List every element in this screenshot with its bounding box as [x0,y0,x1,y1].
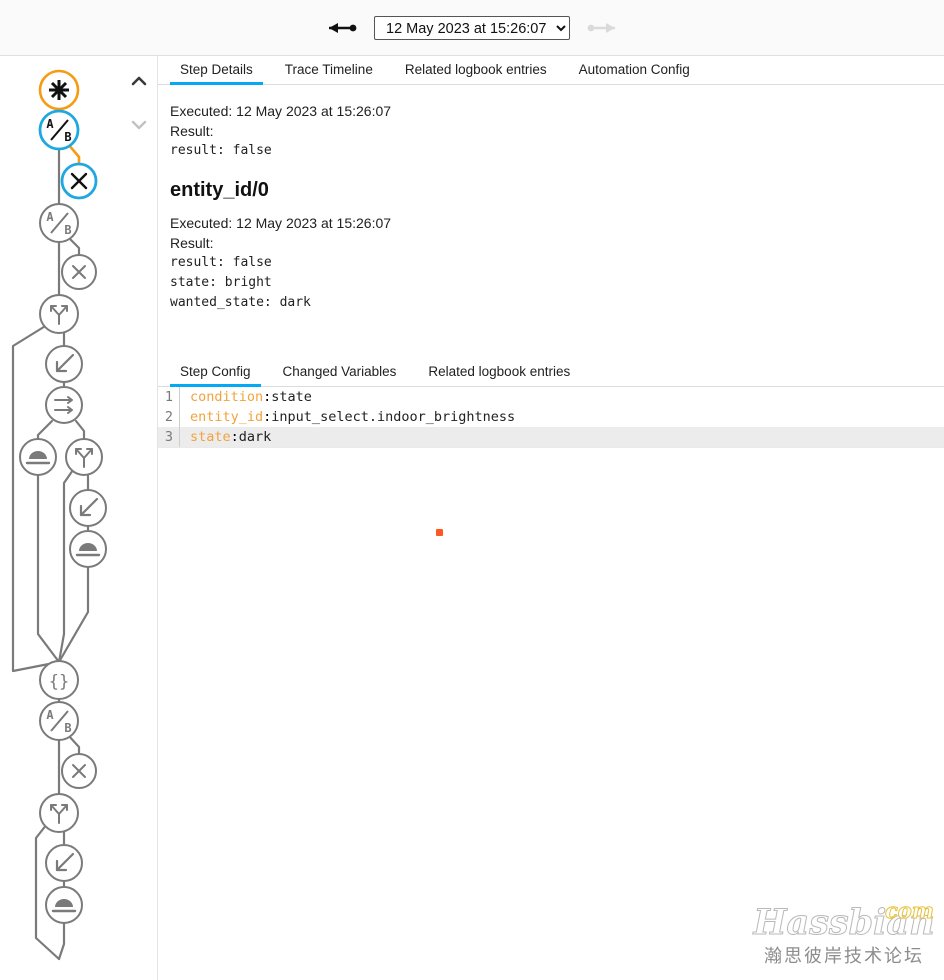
yaml-key: state [190,429,231,445]
tab-changed-variables[interactable]: Changed Variables [267,361,413,386]
yaml-key: entity_id [190,409,264,425]
graph-node-choose-3[interactable] [39,793,79,833]
arrow-left-icon[interactable] [326,18,360,38]
graph-node-stop-2[interactable] [61,254,97,290]
graph-node-condition-1[interactable]: A B [38,109,80,151]
chevron-up-icon[interactable] [128,70,150,92]
graph-node-service-1[interactable] [19,438,57,476]
svg-text:A: A [46,117,54,131]
graph-node-stop-1[interactable] [60,162,98,200]
result-value: result: false [170,255,272,270]
site-watermark: Hassbian com 瀚思彼岸技术论坛 [752,898,936,974]
automation-trace-graph: A B A B {} A B [11,69,107,961]
graph-node-action-2[interactable] [69,489,107,527]
graph-node-variables-1[interactable]: {} [39,660,79,700]
yaml-value: state [271,389,312,405]
tab-step-config[interactable]: Step Config [164,361,267,387]
arrow-right-icon[interactable] [584,18,618,38]
code-line: 2 entity_id: input_select.indoor_brightn… [158,407,944,427]
watermark-tld: com [884,898,934,924]
line-number: 1 [158,387,180,407]
svg-text:B: B [64,721,71,735]
watermark-subtitle: 瀚思彼岸技术论坛 [764,946,924,967]
yaml-value: input_select.indoor_brightness [271,409,516,425]
graph-node-choose-1[interactable] [39,294,79,334]
graph-node-condition-3[interactable]: A B [39,701,79,741]
graph-node-condition-2[interactable]: A B [39,203,79,243]
tab-related-logbook-entries-lower[interactable]: Related logbook entries [412,361,586,386]
result-label: Result: [170,235,214,251]
top-tabbar: Step Details Trace Timeline Related logb… [158,56,944,85]
page-title: entity_id/0 [170,179,269,201]
yaml-code-block[interactable]: 1 condition: state 2 entity_id: input_se… [158,387,944,448]
graph-node-parallel-1[interactable] [45,386,83,424]
svg-text:B: B [64,130,71,144]
chevron-down-icon[interactable] [128,114,150,136]
line-number: 2 [158,407,180,427]
tab-automation-config[interactable]: Automation Config [563,59,706,84]
yaml-colon: : [263,389,272,405]
svg-text:A: A [46,210,54,224]
trace-timestamp-select[interactable]: 12 May 2023 at 15:26:07 [374,15,570,40]
code-line: 1 condition: state [158,387,944,407]
graph-node-action-1[interactable] [45,345,83,383]
yaml-key: condition [190,389,264,405]
trace-content-pane: Step Details Trace Timeline Related logb… [158,56,944,980]
yaml-colon: : [263,409,272,425]
lower-tabbar: Step Config Changed Variables Related lo… [158,358,944,387]
yaml-value: dark [238,429,272,445]
trace-toolbar: 12 May 2023 at 15:26:07 [0,0,944,56]
svg-text:B: B [64,223,71,237]
graph-node-choose-2[interactable] [65,438,103,476]
tab-related-logbook-entries[interactable]: Related logbook entries [389,59,563,84]
graph-node-service-2[interactable] [69,530,107,568]
graph-node-service-3[interactable] [45,886,83,924]
result-value: result: false [170,143,272,158]
tab-trace-timeline[interactable]: Trace Timeline [269,59,389,84]
tab-step-details[interactable]: Step Details [164,59,269,85]
result-value: state: bright [170,275,272,290]
graph-node-action-3[interactable] [45,844,83,882]
curly-braces-icon: {} [49,672,69,692]
cursor-dot-marker [436,529,443,536]
executed-line: Executed: 12 May 2023 at 15:26:07 [170,215,392,231]
yaml-colon: : [230,429,239,445]
trace-selector-group: 12 May 2023 at 15:26:07 [326,15,618,40]
code-line: 3 state: dark [158,427,944,447]
executed-line: Executed: 12 May 2023 at 15:26:07 [170,103,392,119]
asterisk-icon [47,78,71,102]
svg-text:A: A [46,708,54,722]
trace-viewer-page: 12 May 2023 at 15:26:07 A B A B {} A B S… [0,0,944,980]
automation-graph-pane[interactable]: A B A B {} A B [0,56,158,980]
step-details-body: Executed: 12 May 2023 at 15:26:07 Result… [158,85,944,313]
result-label: Result: [170,123,214,139]
line-number: 3 [158,427,180,447]
step-config-section: Step Config Changed Variables Related lo… [158,358,944,536]
graph-node-stop-3[interactable] [61,753,97,789]
watermark-logo: Hassbian com [752,898,936,946]
graph-node-trigger[interactable] [38,69,80,111]
result-value: wanted_state: dark [170,295,311,310]
